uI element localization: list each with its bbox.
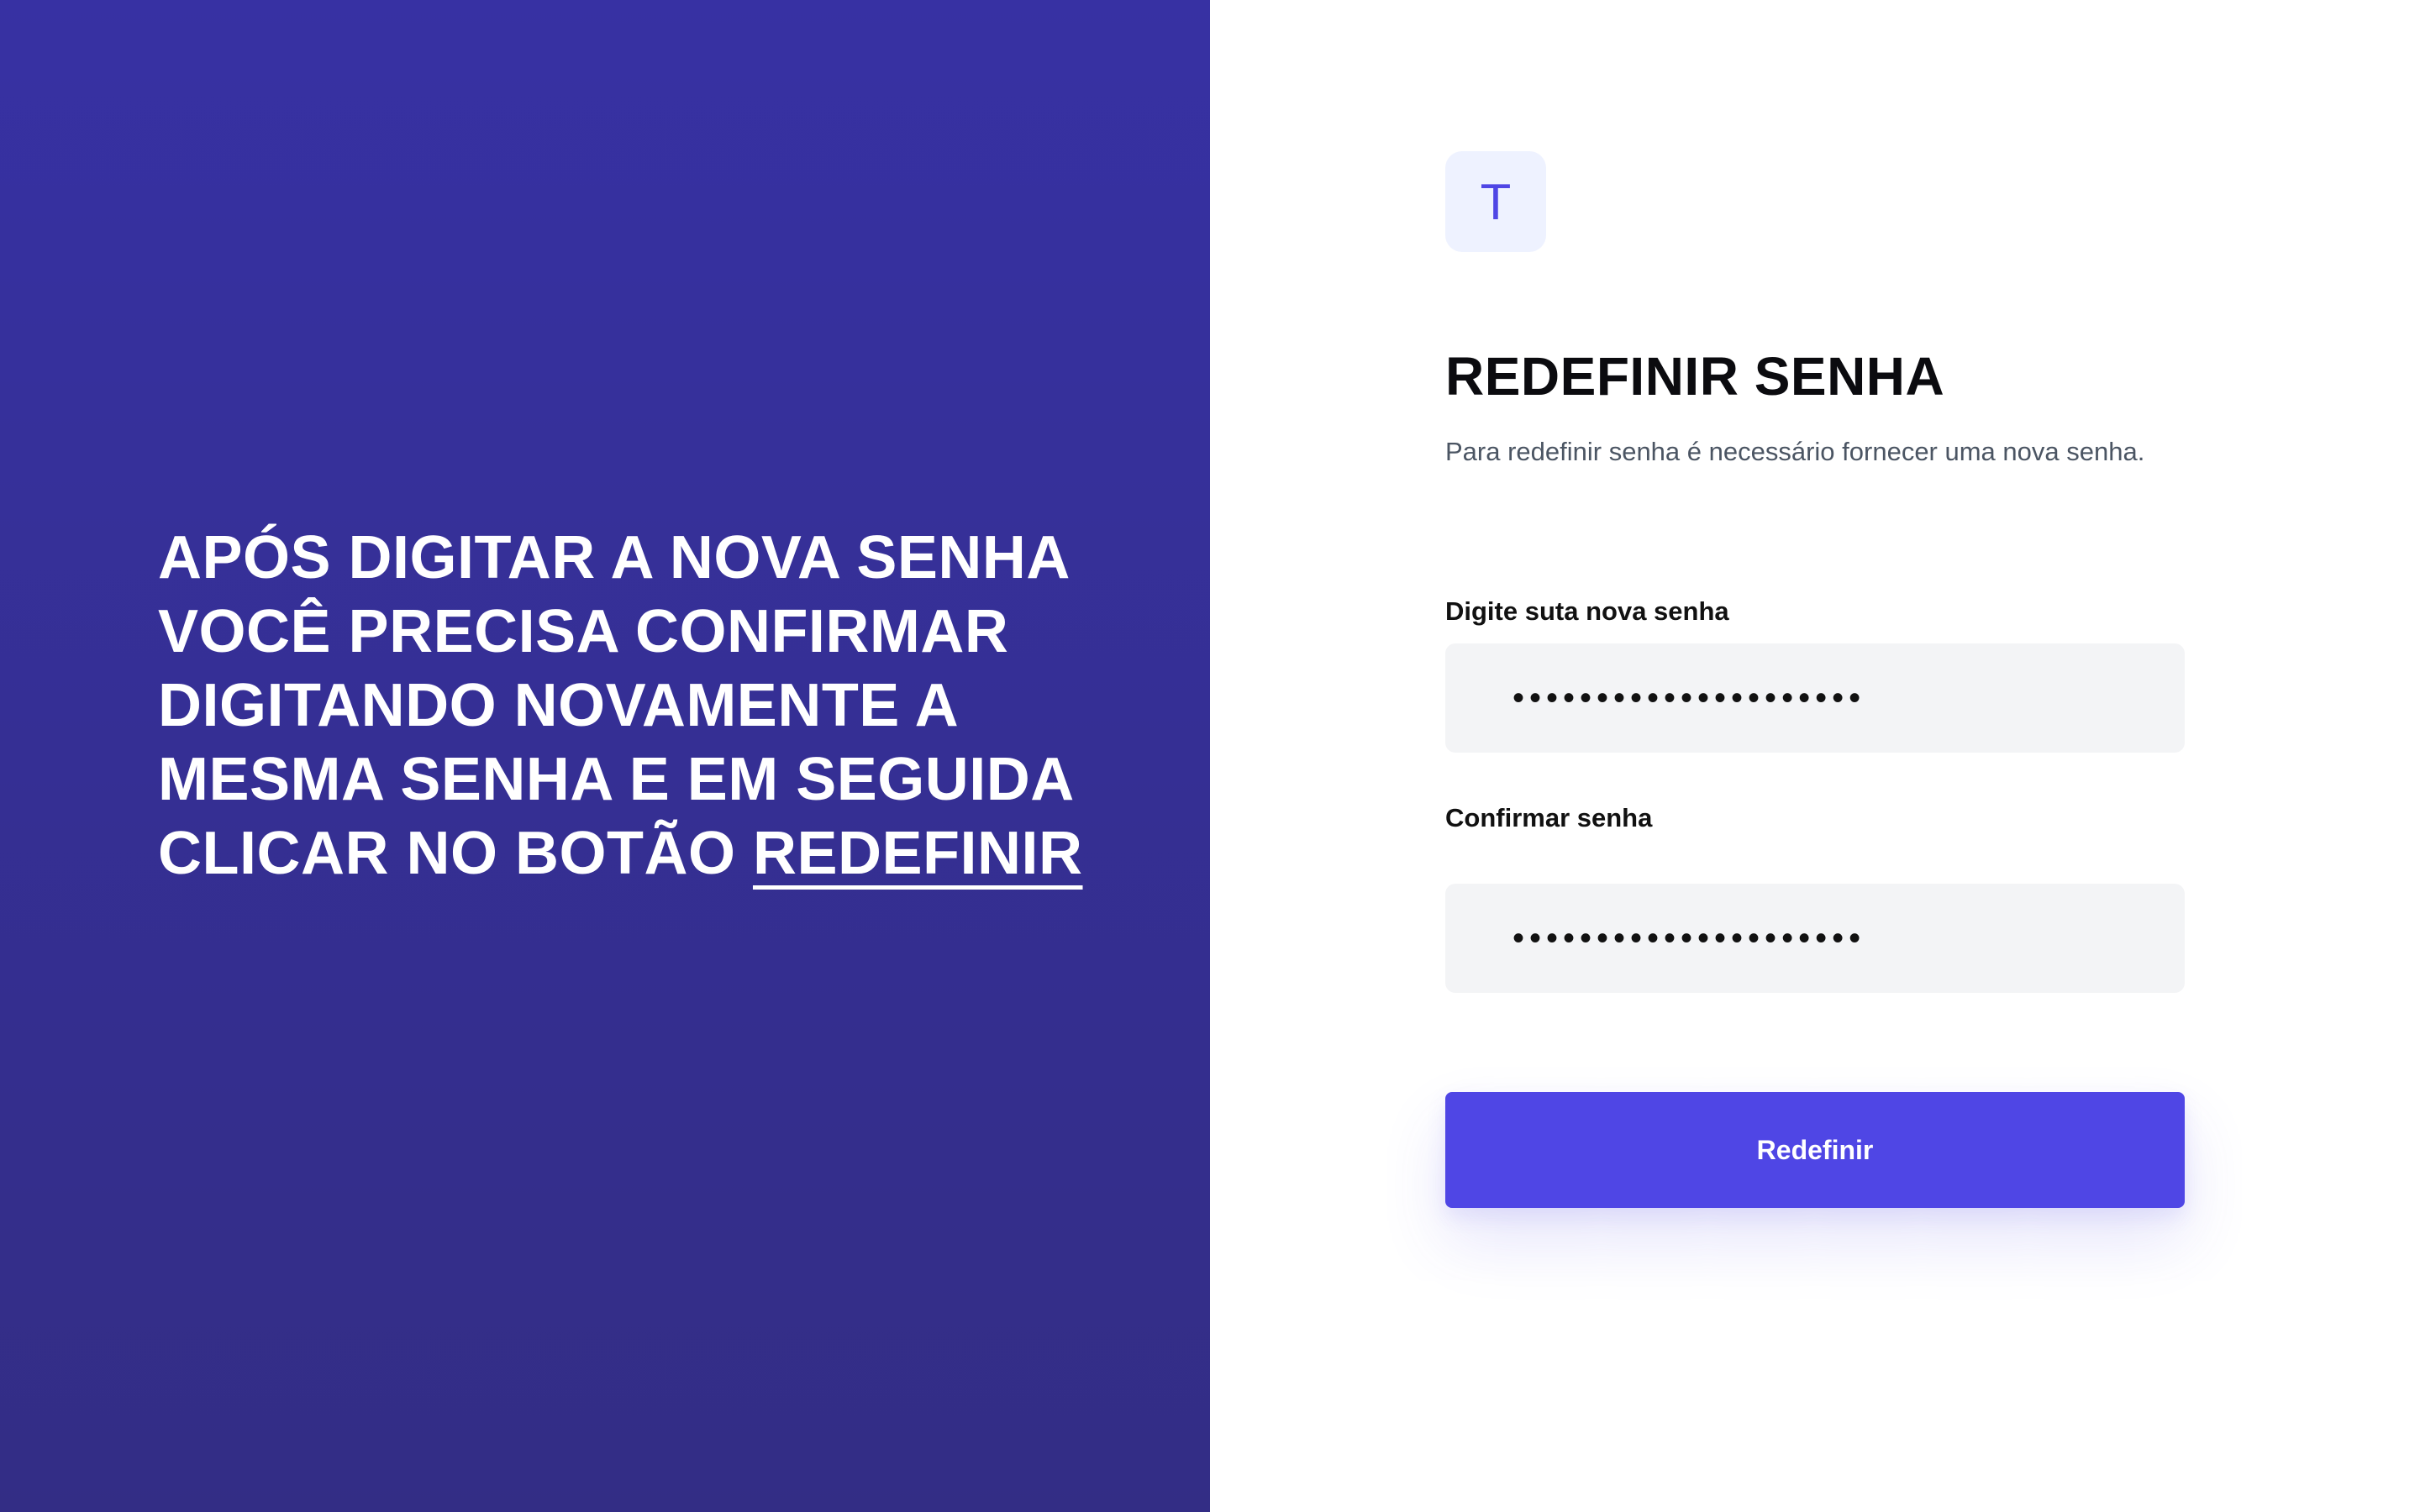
instruction-line-4: MESMA SENHA E EM SEGUIDA [158, 746, 1075, 813]
new-password-input[interactable] [1445, 643, 2185, 753]
instruction-message: APÓS DIGITAR A NOVA SENHA VOCÊ PRECISA CO… [158, 521, 1116, 890]
new-password-label: Digite suta nova senha [1445, 596, 1729, 626]
app-logo: T [1445, 151, 1546, 252]
logo-letter: T [1480, 173, 1512, 230]
page-title: REDEFINIR SENHA [1445, 346, 1945, 407]
instruction-line-3: DIGITANDO NOVAMENTE A [158, 672, 960, 739]
redefine-button[interactable]: Redefinir [1445, 1092, 2185, 1208]
page-subtitle: Para redefinir senha é necessário fornec… [1445, 437, 2145, 466]
info-panel: APÓS DIGITAR A NOVA SENHA VOCÊ PRECISA CO… [0, 0, 1210, 1512]
reset-password-page: APÓS DIGITAR A NOVA SENHA VOCÊ PRECISA CO… [0, 0, 2420, 1512]
instruction-highlight: REDEFINIR [752, 820, 1083, 887]
instruction-line-5: CLICAR NO BOTÃO [158, 820, 753, 887]
form-panel: T REDEFINIR SENHA Para redefinir senha é… [1210, 0, 2420, 1512]
confirm-password-input[interactable] [1445, 884, 2185, 993]
confirm-password-label: Confirmar senha [1445, 803, 1653, 832]
instruction-line-1: APÓS DIGITAR A NOVA SENHA [158, 524, 1071, 591]
instruction-line-2: VOCÊ PRECISA CONFIRMAR [158, 598, 1009, 665]
